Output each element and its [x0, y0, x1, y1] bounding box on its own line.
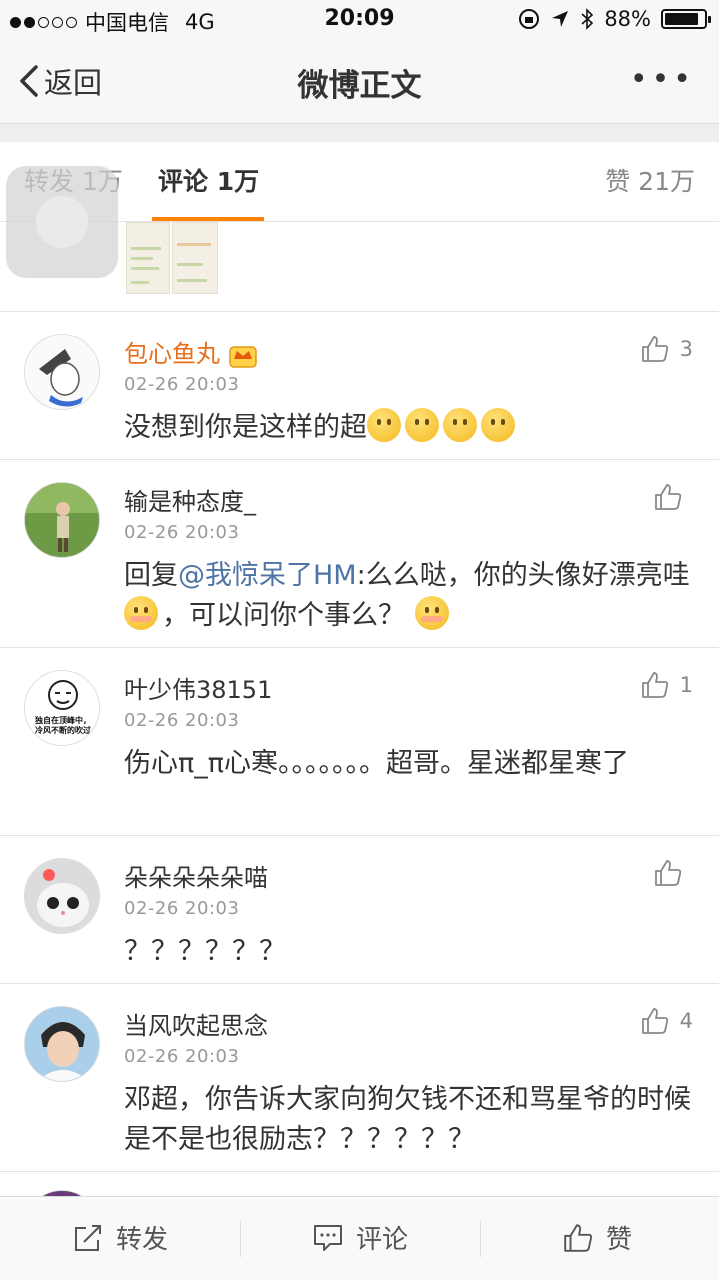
comment-username[interactable]: 当风吹起思念: [124, 1006, 268, 1041]
like-button[interactable]: [653, 858, 693, 888]
comment-text: 回复@我惊呆了HM:么么哒，你的头像好漂亮哇 ，可以问你个事么？: [124, 556, 696, 636]
repost-label: 转发: [116, 1225, 169, 1255]
comment-body: :么么哒，你的头像好漂亮哇: [356, 560, 690, 591]
comment-body: ，可以问你个事么？: [162, 600, 405, 631]
emoji-icon: [443, 408, 477, 442]
avatar[interactable]: [24, 334, 100, 410]
page-title: 微博正文: [297, 68, 422, 104]
active-tab-indicator: [152, 217, 264, 221]
crown-icon: [229, 346, 257, 368]
comment-text: 没想到你是这样的超: [124, 408, 696, 448]
comment-username[interactable]: 输是种态度_: [124, 482, 256, 517]
battery-icon: [661, 9, 711, 29]
comment-item[interactable]: 当风吹起思念 02-26 20:03 邓超，你告诉大家向狗欠钱不还和骂星爷的时候…: [0, 984, 719, 1172]
location-arrow-icon: [552, 11, 569, 27]
like-count: 1: [679, 673, 693, 697]
comment-label: 评论: [356, 1225, 409, 1255]
comment-time: 02-26 20:03: [124, 522, 240, 543]
comment-time: 02-26 20:03: [124, 1046, 240, 1067]
emoji-icon: [367, 408, 401, 442]
thumbs-up-icon: [641, 1008, 668, 1034]
thumbs-up-icon: [564, 1223, 593, 1252]
emoji-icon: [415, 596, 449, 630]
comment-item[interactable]: 朵朵朵朵朵喵 02-26 20:03 ？？？？？？: [0, 836, 719, 984]
comment-item[interactable]: 输是种态度_ 02-26 20:03 回复@我惊呆了HM:么么哒，你的头像好漂亮…: [0, 460, 719, 648]
bottom-action-bar: 转发 评论 赞: [0, 1196, 719, 1280]
avatar[interactable]: [24, 858, 100, 934]
tab-comment[interactable]: 评论 1万: [158, 162, 259, 198]
comment-text: 邓超，你告诉大家向狗欠钱不还和骂星爷的时候是不是也很励志？？？？？？: [124, 1084, 691, 1155]
reply-prefix: 回复: [124, 560, 178, 591]
like-post-button[interactable]: 赞: [562, 1219, 632, 1256]
section-gap: [0, 124, 719, 142]
emoji-icon: [124, 596, 158, 630]
repost-icon: [75, 1224, 101, 1251]
divider: [240, 1221, 241, 1257]
comment-list: 包心鱼丸 02-26 20:03 没想到你是这样的超 3 输是种态度_ 02-2…: [0, 312, 719, 1266]
like-count: 3: [679, 337, 693, 361]
username-text: 包心鱼丸: [124, 340, 220, 368]
post-image-thumbnail[interactable]: [172, 222, 218, 294]
comment-time: 02-26 20:03: [124, 710, 240, 731]
comment-text: ？？？？？？: [124, 936, 286, 967]
more-icon: •••: [629, 62, 695, 97]
battery-percent: 88%: [604, 7, 651, 31]
avatar[interactable]: 独自在顶峰中，冷风不断的吹过: [24, 670, 100, 746]
comment-username[interactable]: 叶少伟38151: [124, 670, 272, 705]
comment-text: 伤心π_π心寒。。。。。。。超哥。星迷都星寒了: [124, 748, 630, 779]
like-button[interactable]: 1: [640, 670, 693, 700]
thumbs-up-icon: [655, 860, 682, 886]
comment-icon: [314, 1224, 342, 1251]
thumbs-up-icon: [641, 672, 668, 698]
repost-button[interactable]: 转发: [72, 1219, 168, 1256]
thumbs-up-icon: [641, 336, 668, 362]
mention-link[interactable]: @我惊呆了HM: [178, 560, 357, 591]
comment-username[interactable]: 朵朵朵朵朵喵: [124, 858, 268, 893]
bluetooth-icon: [581, 8, 594, 30]
emoji-icon: [481, 408, 515, 442]
more-button[interactable]: •••: [630, 62, 695, 97]
comment-body: 没想到你是这样的超: [124, 412, 367, 443]
orientation-lock-icon: [519, 9, 540, 29]
comment-time: 02-26 20:03: [124, 898, 240, 919]
avatar[interactable]: [24, 1006, 100, 1082]
like-button[interactable]: 4: [640, 1006, 693, 1036]
like-label: 赞: [606, 1225, 633, 1255]
tab-like[interactable]: 赞 21万: [605, 162, 695, 198]
avatar[interactable]: [24, 482, 100, 558]
like-count: 4: [679, 1009, 693, 1033]
divider: [480, 1221, 481, 1257]
comment-item[interactable]: 包心鱼丸 02-26 20:03 没想到你是这样的超 3: [0, 312, 719, 460]
comment-button[interactable]: 评论: [312, 1219, 408, 1256]
like-button[interactable]: 3: [640, 334, 693, 364]
assistive-touch-button[interactable]: [6, 166, 118, 278]
comment-time: 02-26 20:03: [124, 374, 240, 395]
like-button[interactable]: [653, 482, 693, 512]
emoji-icon: [405, 408, 439, 442]
comment-username[interactable]: 包心鱼丸: [124, 334, 258, 369]
comment-item[interactable]: 独自在顶峰中，冷风不断的吹过 叶少伟38151 02-26 20:03 伤心π_…: [0, 648, 719, 836]
post-image-thumbnail[interactable]: [126, 222, 170, 294]
status-bar: 中国电信 4G 20:09 88%: [0, 0, 719, 40]
navigation-bar: 返回 微博正文 •••: [0, 40, 719, 124]
thumbs-up-icon: [655, 484, 682, 510]
avatar-caption: 独自在顶峰中，冷风不断的吹过: [35, 715, 91, 735]
